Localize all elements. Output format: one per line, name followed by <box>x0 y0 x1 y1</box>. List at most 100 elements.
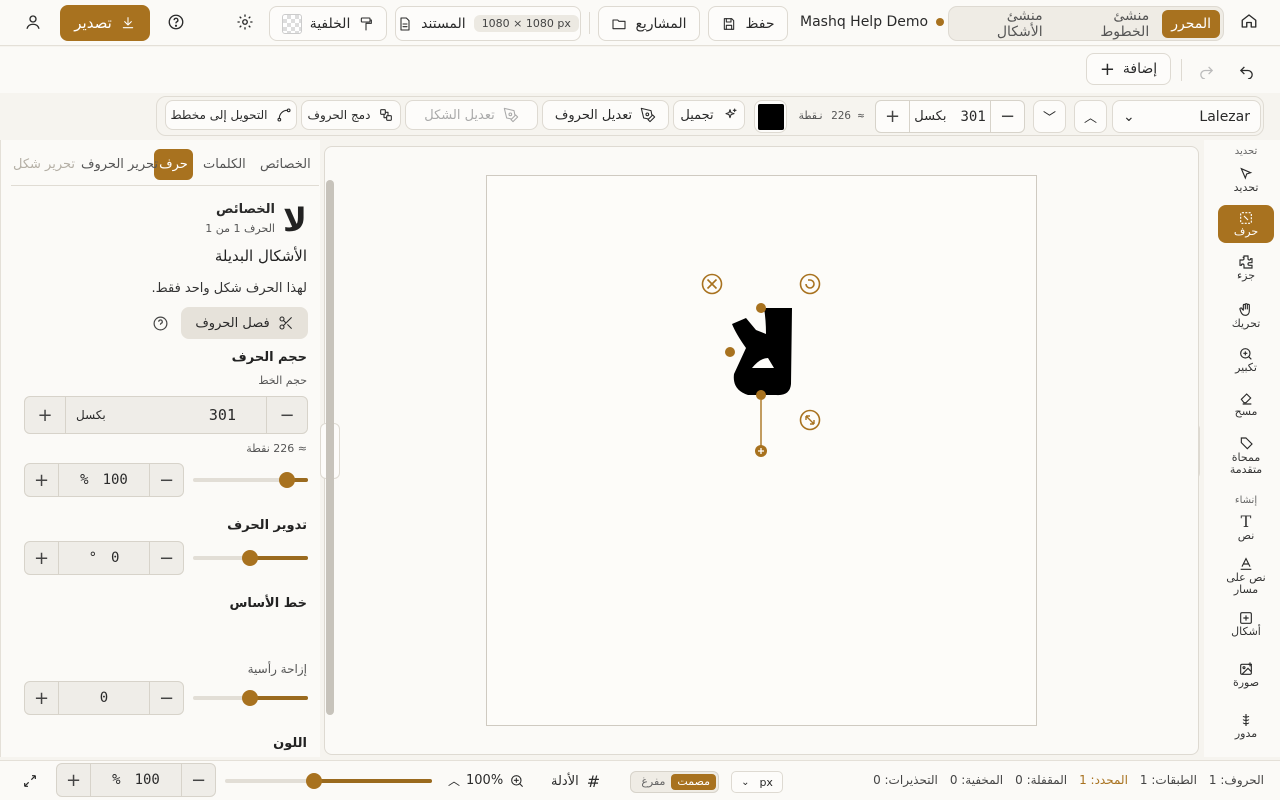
gear-icon[interactable] <box>236 13 254 31</box>
projects-label: المشاريع <box>635 15 687 32</box>
chevron-down-icon: ⌄ <box>741 776 750 788</box>
tool-image[interactable]: صورة <box>1218 661 1274 695</box>
next-font-button[interactable]: ︿ <box>1074 100 1107 133</box>
tab-edit-shape[interactable]: تحرير شكل <box>7 149 81 180</box>
scale-unit: % <box>80 472 89 488</box>
document-label: المستند <box>421 15 466 32</box>
edit-letters-button[interactable]: تعديل الحروف <box>542 100 669 130</box>
increase-scale-button[interactable]: + <box>25 464 58 496</box>
zoom-in-button[interactable]: + <box>57 764 90 796</box>
prev-font-button[interactable]: ﹀ <box>1033 100 1066 133</box>
font-size-field[interactable]: 301 بكسل <box>909 101 991 132</box>
beautify-button[interactable]: تجميل <box>673 100 745 130</box>
help-icon[interactable] <box>152 315 169 332</box>
tool-letter[interactable]: حرف <box>1218 205 1274 243</box>
increase-rotation-button[interactable]: + <box>25 542 58 574</box>
user-icon[interactable] <box>24 13 42 31</box>
tool-erase[interactable]: مسح <box>1218 390 1274 420</box>
merge-letters-button[interactable]: دمج الحروف <box>301 100 401 130</box>
tab-editor[interactable]: المحرر <box>1162 9 1220 38</box>
tab-edit-letters[interactable]: تحرير الحروف <box>75 149 164 180</box>
tool-letter-label: حرف <box>1233 225 1259 239</box>
zoom-out-button[interactable]: − <box>182 764 215 796</box>
projects-button[interactable]: المشاريع <box>598 6 700 41</box>
glyph-size-field[interactable]: 301 بكسل <box>65 397 267 433</box>
tab-words[interactable]: الكلمات <box>197 149 252 180</box>
decrease-rotation-button[interactable]: − <box>150 542 183 574</box>
separate-letters-button[interactable]: فصل الحروف <box>181 307 308 339</box>
tool-text[interactable]: T نص <box>1218 514 1274 544</box>
unit-select[interactable]: px ⌄ <box>731 771 783 793</box>
decrease-scale-button[interactable]: − <box>150 464 183 496</box>
export-label: تصدير <box>74 14 112 32</box>
tab-shape-builder[interactable]: منشئ الأشكال <box>952 8 1052 40</box>
selected-glyph[interactable] <box>694 268 830 462</box>
tab-properties[interactable]: الخصائص <box>254 149 317 180</box>
tool-round-label: مدور <box>1234 727 1258 740</box>
add-point-handle-icon[interactable] <box>755 445 767 457</box>
panel-scrollbar[interactable] <box>326 180 334 715</box>
undo-icon[interactable] <box>1237 62 1255 80</box>
increase-offset-button[interactable]: + <box>25 682 58 714</box>
offset-value: 0 <box>99 690 109 706</box>
baseline-title: خط الأساس <box>229 596 307 611</box>
tool-zoom[interactable]: تكبير <box>1218 346 1274 376</box>
increase-size-button[interactable]: + <box>876 101 909 132</box>
rotation-field[interactable]: 0 ° <box>58 542 150 574</box>
font-family-select[interactable]: Lalezar ⌄ <box>1112 100 1261 133</box>
increase-glyph-size-button[interactable]: + <box>25 397 65 433</box>
transparency-swatch <box>281 13 302 34</box>
tool-advanced-eraser[interactable]: ممحاة متقدمة <box>1218 436 1274 478</box>
scale-handle-icon[interactable] <box>799 409 821 431</box>
scale-stepper: − 100 % + <box>24 463 184 497</box>
fullscreen-icon[interactable] <box>22 773 38 789</box>
zoom-field[interactable]: 100 % <box>90 764 182 796</box>
delete-handle-icon[interactable] <box>701 273 723 295</box>
edit-shape-button[interactable]: تعديل الشكل <box>405 100 538 130</box>
color-picker[interactable] <box>754 100 787 133</box>
tool-part[interactable]: جزء <box>1218 254 1274 284</box>
zoom-dropdown[interactable]: ︿ 100% <box>448 772 525 789</box>
text-icon: T <box>1240 512 1252 531</box>
rotation-unit: ° <box>88 550 97 566</box>
tool-move[interactable]: تحريك <box>1218 302 1274 332</box>
scissors-icon <box>278 315 294 331</box>
status-bar: الحروف: 1 الطبقات: 1 المحدد: 1 المقفلة: … <box>0 760 1280 800</box>
spline-icon <box>276 107 292 123</box>
offset-slider[interactable] <box>193 690 308 706</box>
scale-slider[interactable] <box>193 472 308 488</box>
export-button[interactable]: تصدير <box>60 5 150 41</box>
zoom-slider[interactable] <box>225 773 432 789</box>
decrease-offset-button[interactable]: − <box>150 682 183 714</box>
offset-field[interactable]: 0 <box>58 682 150 714</box>
anchor-point-left[interactable] <box>725 347 735 357</box>
document-button[interactable]: المستند 1080 × 1080 px <box>395 6 581 41</box>
redo-icon[interactable] <box>1197 62 1215 80</box>
background-button[interactable]: الخلفية <box>269 6 387 41</box>
decrease-glyph-size-button[interactable]: − <box>267 397 307 433</box>
merge-icon <box>378 107 394 123</box>
size-title: حجم الحرف <box>231 350 307 365</box>
rotate-handle-icon[interactable] <box>799 273 821 295</box>
anchor-point-top[interactable] <box>756 303 766 313</box>
tool-text-on-path[interactable]: نص على مسار <box>1218 556 1274 598</box>
tab-font-builder[interactable]: منشئ الخطوط <box>1056 8 1159 40</box>
guides-toggle[interactable]: # الأدلة <box>551 772 600 791</box>
home-icon[interactable] <box>1238 12 1258 32</box>
decrease-size-button[interactable]: − <box>991 101 1024 132</box>
tool-select[interactable]: تحديد <box>1218 166 1274 196</box>
tool-shapes[interactable]: أشكال <box>1218 610 1274 644</box>
rotation-slider[interactable] <box>193 550 308 566</box>
convert-outline-button[interactable]: التحويل إلى مخطط <box>165 100 297 130</box>
scale-field[interactable]: 100 % <box>58 464 150 496</box>
help-icon[interactable] <box>167 13 185 31</box>
zoom-percent: 100% <box>466 773 504 788</box>
save-button[interactable]: حفظ <box>708 6 788 41</box>
anchor-point-bottom[interactable] <box>756 390 766 400</box>
status-warnings: التحذيرات: 0 <box>873 773 938 787</box>
glyph-shape <box>732 308 792 396</box>
fill-empty-option[interactable]: مفرغ <box>637 774 669 790</box>
fill-solid-option[interactable]: مصمت <box>671 774 716 790</box>
add-button[interactable]: إضافة + <box>1086 53 1171 85</box>
tool-round[interactable]: مدور <box>1218 712 1274 746</box>
